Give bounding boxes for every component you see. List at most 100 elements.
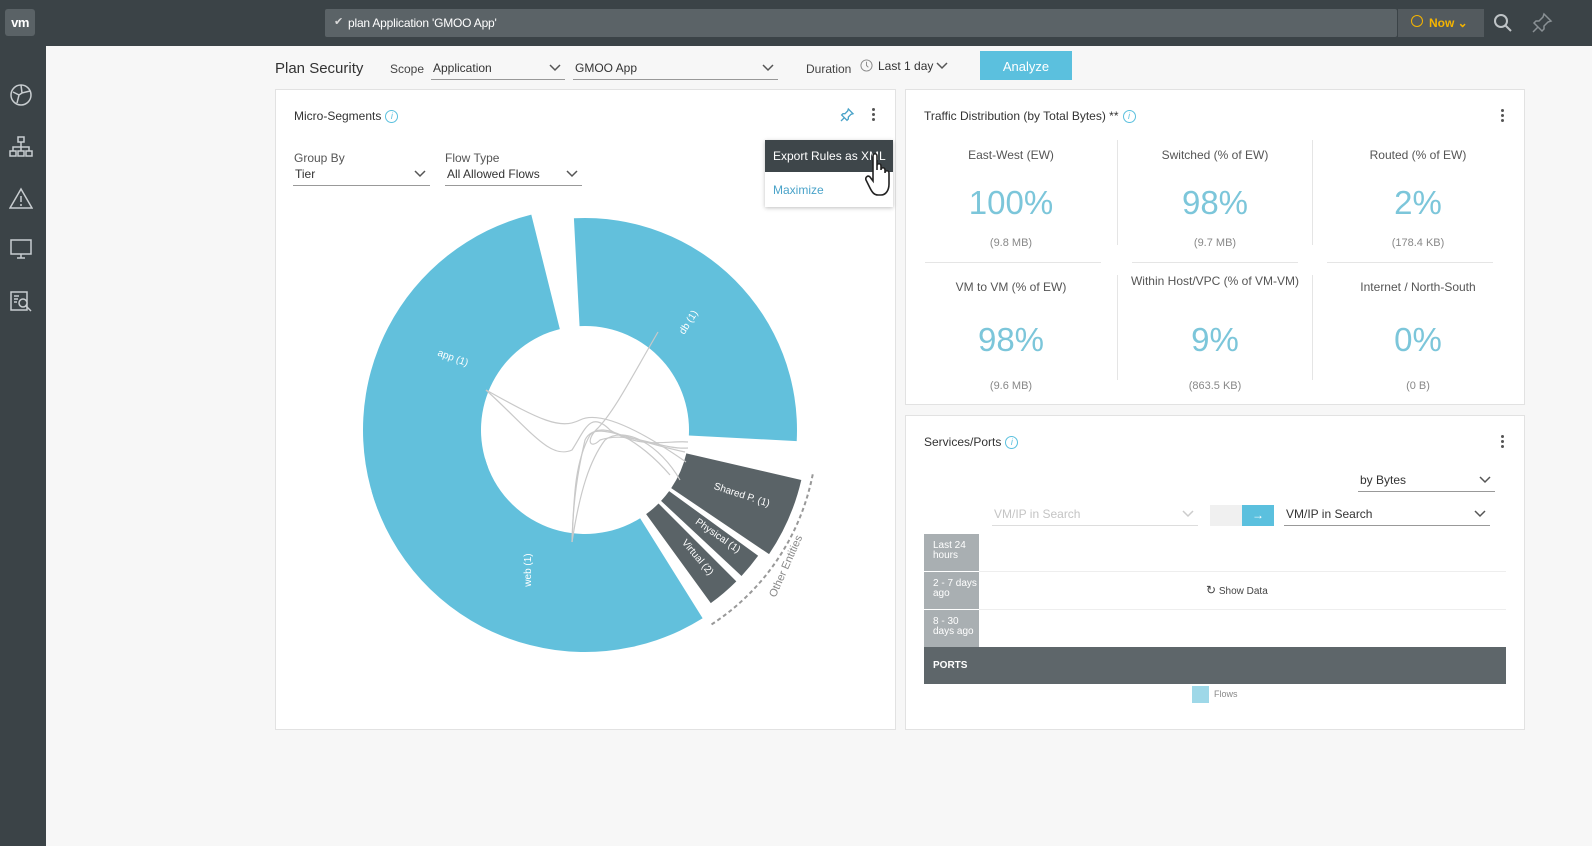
destination-vm-search[interactable]: VM/IP in Search (1284, 505, 1490, 526)
info-icon[interactable]: i (385, 110, 399, 124)
chevron-down-icon (762, 64, 774, 72)
metric-sub: (0 B) (1406, 380, 1430, 392)
duration-select[interactable]: Last 1 day (859, 57, 952, 77)
more-options-icon[interactable] (868, 108, 878, 124)
pin-icon[interactable] (1530, 11, 1554, 35)
scope-type-select[interactable]: Application (431, 59, 565, 80)
metric-sub: (9.7 MB) (1193, 237, 1237, 249)
scope-type-value: Application (433, 61, 492, 75)
chevron-down-icon (566, 170, 578, 178)
divider (925, 262, 1101, 263)
flow-type-label: Flow Type (445, 151, 500, 165)
chevron-down-icon (1474, 510, 1486, 518)
flow-type-value: All Allowed Flows (447, 167, 540, 181)
metric-value: 98% (977, 321, 1045, 358)
time-selector[interactable]: Now ⌄ (1398, 9, 1484, 37)
segment-web[interactable] (371, 458, 703, 652)
show-data-button[interactable]: ↻ Show Data (1206, 583, 1268, 597)
duration-value: Last 1 day (878, 59, 934, 73)
group-by-label: Group By (294, 151, 345, 165)
chevron-down-icon (414, 170, 426, 178)
clock-icon (1411, 15, 1423, 27)
pin-icon[interactable] (839, 107, 855, 123)
metric-value: 100% (968, 184, 1054, 221)
more-options-icon[interactable] (1497, 435, 1507, 451)
segment-label: web (1) (523, 553, 534, 587)
metric-label: Internet / North-South (1360, 280, 1476, 294)
chevron-down-icon (1182, 510, 1194, 518)
metric-label: VM to VM (% of EW) (955, 280, 1067, 294)
row-label: 8 - 30 days ago (924, 610, 979, 647)
row-label: 2 - 7 days ago (924, 572, 979, 609)
metric-value: 98% (1181, 184, 1249, 221)
hand-cursor-icon (865, 152, 890, 196)
divider (1132, 262, 1298, 263)
arrow-right-icon[interactable]: → (1242, 505, 1274, 526)
metric-sub: (863.5 KB) (1188, 380, 1242, 392)
micro-segments-title: Micro-Segments i (294, 109, 399, 124)
check-icon: ✔ (334, 16, 344, 28)
search-bar[interactable]: ✔ plan Application 'GMOO App' (325, 9, 1397, 37)
direction-toggle-left[interactable] (1210, 505, 1242, 526)
source-search-placeholder: VM/IP in Search (994, 507, 1081, 521)
search-icon[interactable] (1491, 11, 1515, 35)
chevron-down-icon (549, 64, 561, 72)
row-label: Last 24 hours (924, 534, 979, 571)
topology-icon[interactable] (9, 135, 33, 159)
analyze-button[interactable]: Analyze (980, 51, 1072, 80)
metric-value: 9% (1191, 321, 1239, 358)
maximize-item[interactable]: Maximize (773, 183, 824, 197)
divider (1312, 140, 1313, 245)
metric-label: Routed (% of EW) (1369, 148, 1467, 162)
scope-value-select[interactable]: GMOO App (573, 59, 778, 80)
traffic-title: Traffic Distribution (by Total Bytes) **… (924, 109, 1136, 124)
metric-sub: (9.6 MB) (989, 380, 1033, 392)
duration-label: Duration (806, 62, 852, 76)
row-divider (979, 571, 1506, 572)
time-label: Now ⌄ (1429, 16, 1468, 30)
divider (1117, 140, 1118, 245)
services-title: Services/Ports i (924, 435, 1019, 450)
metric-value: 2% (1394, 184, 1442, 221)
refresh-icon: ↻ (1206, 583, 1217, 597)
metric-sub: (178.4 KB) (1391, 237, 1445, 249)
divider (1327, 262, 1493, 263)
row-divider (979, 609, 1506, 610)
scope-value: GMOO App (575, 61, 638, 75)
chevron-down-icon (936, 62, 948, 70)
info-icon[interactable]: i (1122, 110, 1136, 124)
metric-value: 0% (1394, 321, 1442, 358)
dashboard-icon[interactable] (9, 83, 33, 107)
divider (1117, 275, 1118, 380)
group-by-select[interactable]: Tier (293, 165, 430, 186)
clock-icon (860, 59, 873, 72)
monitor-icon[interactable] (9, 237, 33, 261)
flow-chord (485, 389, 689, 453)
legend-label: Flows (1214, 689, 1238, 699)
show-data-label: Show Data (1218, 586, 1268, 597)
chevron-down-icon (1479, 476, 1491, 484)
divider (1312, 275, 1313, 380)
alert-icon[interactable] (9, 187, 33, 211)
top-bar: vm ✔ plan Application 'GMOO App' Now ⌄ (0, 0, 1592, 46)
flow-type-select[interactable]: All Allowed Flows (445, 165, 582, 186)
metric-label: Switched (% of EW) (1161, 148, 1269, 162)
micro-segments-chart: db (1)app (1)web (1)Shared P. (1)Physica… (363, 214, 814, 652)
scope-label: Scope (390, 62, 425, 76)
group-by-value: Tier (295, 167, 316, 181)
source-vm-search[interactable]: VM/IP in Search (992, 505, 1198, 526)
metric-sub: (9.8 MB) (989, 237, 1033, 249)
search-query: plan Application 'GMOO App' (348, 16, 497, 30)
metric-label: East-West (EW) (968, 148, 1054, 162)
page-title: Plan Security (275, 60, 364, 77)
ports-header: PORTS (924, 647, 1506, 684)
sort-select[interactable]: by Bytes (1358, 471, 1495, 492)
info-icon[interactable]: i (1005, 436, 1019, 450)
search-report-icon[interactable] (9, 289, 33, 313)
destination-search-placeholder: VM/IP in Search (1286, 507, 1373, 521)
left-sidebar (0, 46, 46, 846)
sort-value: by Bytes (1360, 473, 1407, 487)
more-options-icon[interactable] (1497, 109, 1507, 125)
vm-logo[interactable]: vm (5, 9, 35, 36)
metric-label: Within Host/VPC (% of VM-VM) (1130, 274, 1300, 288)
